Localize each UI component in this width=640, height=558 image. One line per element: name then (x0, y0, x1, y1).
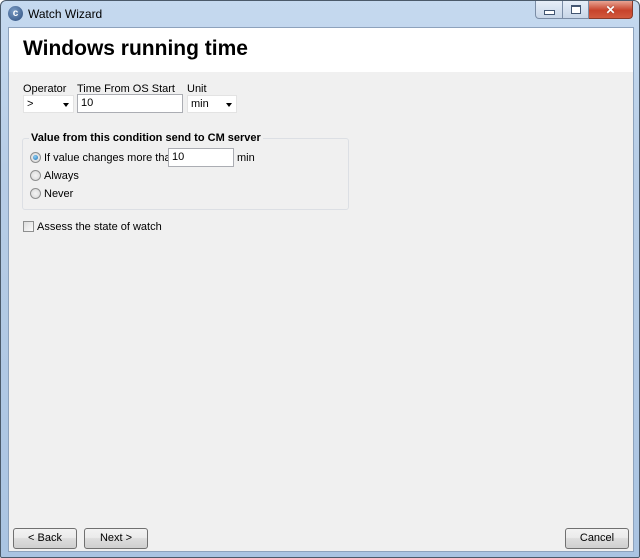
time-from-os-start-input[interactable]: 10 (77, 94, 183, 113)
maximize-button[interactable] (563, 1, 589, 19)
window-controls: ✕ (535, 1, 633, 19)
assess-state-label[interactable]: Assess the state of watch (37, 221, 162, 233)
radio-if-value-changes[interactable] (30, 152, 41, 163)
watch-wizard-window: c Watch Wizard ✕ Windows running time Op… (0, 0, 640, 558)
unit-value: min (191, 98, 209, 110)
operator-select[interactable]: > (23, 95, 74, 113)
threshold-unit: min (237, 152, 255, 164)
assess-state-checkbox[interactable] (23, 221, 34, 232)
radio-always[interactable] (30, 170, 41, 181)
close-icon: ✕ (605, 2, 616, 17)
threshold-input[interactable]: 10 (168, 148, 234, 167)
minimize-icon (543, 9, 555, 15)
cancel-button[interactable]: Cancel (565, 528, 629, 549)
wizard-content: Windows running time Operator > Time Fro… (8, 27, 634, 552)
window-title: Watch Wizard (28, 7, 103, 21)
maximize-icon (570, 5, 581, 14)
close-button[interactable]: ✕ (589, 1, 633, 19)
operator-label: Operator (23, 83, 67, 95)
operator-value: > (27, 98, 34, 110)
radio-always-label[interactable]: Always (44, 170, 79, 182)
radio-never[interactable] (30, 188, 41, 199)
unit-select[interactable]: min (187, 95, 237, 113)
chevron-down-icon (63, 103, 69, 107)
radio-never-label[interactable]: Never (44, 188, 73, 200)
radio-if-value-changes-label[interactable]: If value changes more than (44, 152, 177, 164)
chevron-down-icon (226, 103, 232, 107)
send-options-group-title: Value from this condition send to CM ser… (29, 132, 263, 144)
next-button[interactable]: Next > (84, 528, 148, 549)
back-button[interactable]: < Back (13, 528, 77, 549)
title-bar[interactable]: c Watch Wizard ✕ (1, 1, 639, 27)
app-icon: c (8, 6, 23, 21)
wizard-header: Windows running time (9, 28, 633, 72)
page-title: Windows running time (23, 37, 248, 60)
unit-label: Unit (187, 83, 207, 95)
minimize-button[interactable] (535, 1, 563, 19)
